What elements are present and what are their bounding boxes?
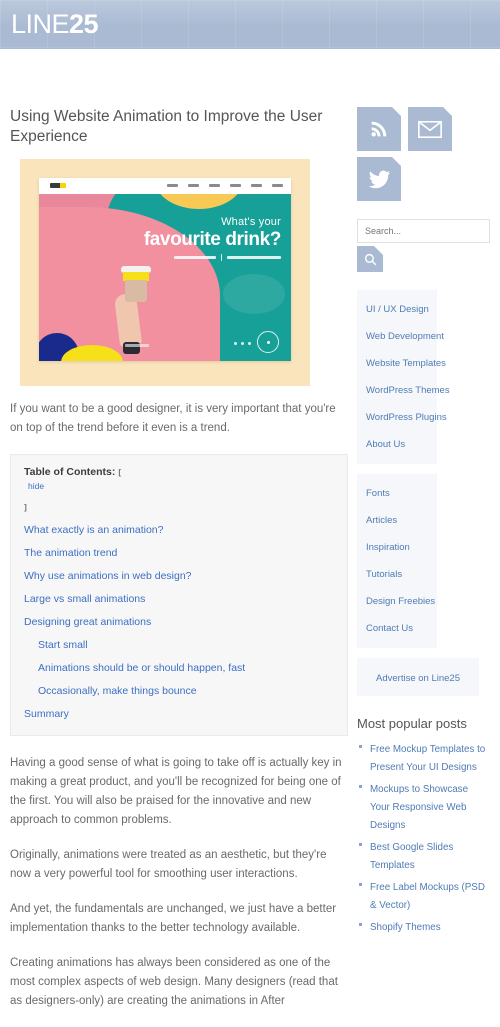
browser-mockup-navbar <box>39 178 291 194</box>
search-form <box>357 219 490 272</box>
sidebar-item-design-freebies[interactable]: Design Freebies <box>357 588 437 615</box>
featured-image: What's your favourite drink? <box>20 159 310 386</box>
sidebar-item-web-development[interactable]: Web Development <box>357 323 444 350</box>
hero-subline-divider <box>221 254 222 261</box>
toc-link[interactable]: Why use animations in web design? <box>24 568 334 584</box>
table-of-contents: Table of Contents: [hide] What exactly i… <box>10 454 348 736</box>
popular-posts-list: Free Mockup Templates to Present Your UI… <box>357 739 490 935</box>
toc-toggle-hide[interactable]: hide <box>28 478 334 494</box>
hero-shape-ghost <box>223 274 285 315</box>
rss-icon[interactable] <box>357 107 401 151</box>
nav-item-placeholder <box>272 184 283 187</box>
hero-headline: What's your favourite drink? <box>144 217 281 261</box>
social-links <box>357 107 490 201</box>
site-header: LINE25 <box>0 0 500 49</box>
browser-mockup-nav <box>167 184 283 187</box>
nav-item-placeholder <box>188 184 199 187</box>
toc-link[interactable]: Designing great animations <box>24 614 334 630</box>
toc-link[interactable]: Summary <box>24 706 334 722</box>
search-input[interactable] <box>357 219 490 243</box>
sidebar-menu-primary: UI / UX Design Web Development Website T… <box>357 290 450 464</box>
carousel-dot <box>234 342 237 345</box>
toc-bracket-close: ] <box>24 502 27 512</box>
list-item: Best Google Slides Templates <box>357 837 490 873</box>
advertise-link[interactable]: Advertise on Line25 <box>376 673 460 684</box>
popular-post-link[interactable]: Shopify Themes <box>370 922 441 933</box>
page-title: Using Website Animation to Improve the U… <box>10 108 323 145</box>
hero-subline-bar <box>174 256 216 259</box>
popular-post-link[interactable]: Free Label Mockups (PSD & Vector) <box>370 882 485 911</box>
browser-mockup: What's your favourite drink? <box>39 178 291 361</box>
toc-link[interactable]: Start small <box>38 637 334 653</box>
toc-link[interactable]: Occasionally, make things bounce <box>38 683 334 699</box>
envelope-icon[interactable] <box>408 107 452 151</box>
sidebar-item-inspiration[interactable]: Inspiration <box>357 534 437 561</box>
body-paragraph: Having a good sense of what is going to … <box>10 757 342 826</box>
twitter-icon[interactable] <box>357 157 401 201</box>
site-logo-bold: 25 <box>69 9 99 39</box>
hero-headline-line1: What's your <box>221 216 281 228</box>
hero-subline <box>144 254 281 261</box>
sidebar: UI / UX Design Web Development Website T… <box>357 107 490 939</box>
nav-item-placeholder <box>230 184 241 187</box>
list-item: Shopify Themes <box>357 917 490 935</box>
carousel-dot <box>241 342 244 345</box>
sidebar-item-wordpress-themes[interactable]: WordPress Themes <box>357 377 450 404</box>
sidebar-item-ui-ux-design[interactable]: UI / UX Design <box>357 296 437 323</box>
popular-post-link[interactable]: Best Google Slides Templates <box>370 842 453 871</box>
toc-link[interactable]: What exactly is an animation? <box>24 522 334 538</box>
nav-item-placeholder <box>167 184 178 187</box>
browser-mockup-logo <box>50 183 66 188</box>
browser-mockup-hero: What's your favourite drink? <box>39 194 291 361</box>
site-logo[interactable]: LINE25 <box>11 9 99 39</box>
search-button[interactable] <box>357 246 383 272</box>
toc-bracket-open: [ <box>118 467 122 477</box>
hero-headline-line2: favourite drink? <box>143 229 282 250</box>
cup-body <box>125 280 147 302</box>
body-paragraph: And yet, the fundamentals are unchanged,… <box>10 903 337 934</box>
advertise-box: Advertise on Line25 <box>357 658 479 696</box>
hero-play-icon <box>257 331 279 353</box>
body-paragraph: Originally, animations were treated as a… <box>10 849 327 880</box>
sidebar-item-about-us[interactable]: About Us <box>357 431 437 458</box>
hero-subline-bar <box>227 256 281 259</box>
sidebar-item-wordpress-plugins[interactable]: WordPress Plugins <box>357 404 447 431</box>
nav-item-placeholder <box>251 184 262 187</box>
popular-post-link[interactable]: Free Mockup Templates to Present Your UI… <box>370 744 485 773</box>
intro-paragraph: If you want to be a good designer, it is… <box>10 403 336 434</box>
list-item: Free Mockup Templates to Present Your UI… <box>357 739 490 775</box>
nav-item-placeholder <box>209 184 220 187</box>
social-column-left <box>357 107 401 201</box>
body-paragraph: Creating animations has always been cons… <box>10 957 338 1007</box>
sidebar-item-contact-us[interactable]: Contact Us <box>357 615 437 642</box>
hero-carousel-dots <box>234 342 251 345</box>
sidebar-item-tutorials[interactable]: Tutorials <box>357 561 437 588</box>
toc-link[interactable]: The animation trend <box>24 545 334 561</box>
toc-link[interactable]: Animations should be or should happen, f… <box>38 660 334 676</box>
list-item: Mockups to Showcase Your Responsive Web … <box>357 779 490 833</box>
hero-coffee-cup <box>121 266 151 302</box>
popular-posts-heading: Most popular posts <box>357 716 467 731</box>
carousel-dot <box>248 342 251 345</box>
list-item: Free Label Mockups (PSD & Vector) <box>357 877 490 913</box>
toc-heading-label: Table of Contents: <box>24 466 116 478</box>
toc-heading: Table of Contents: [hide] <box>24 466 334 513</box>
site-logo-light: LINE <box>11 9 70 39</box>
main-content: Using Website Animation to Improve the U… <box>10 107 348 1027</box>
toc-link[interactable]: Large vs small animations <box>24 591 334 607</box>
sidebar-item-articles[interactable]: Articles <box>357 507 437 534</box>
sidebar-menu-secondary: Fonts Articles Inspiration Tutorials Des… <box>357 474 437 648</box>
sidebar-item-fonts[interactable]: Fonts <box>357 480 437 507</box>
popular-post-link[interactable]: Mockups to Showcase Your Responsive Web … <box>370 784 468 831</box>
sidebar-item-website-templates[interactable]: Website Templates <box>357 350 446 377</box>
hero-caption-bar <box>125 344 149 347</box>
